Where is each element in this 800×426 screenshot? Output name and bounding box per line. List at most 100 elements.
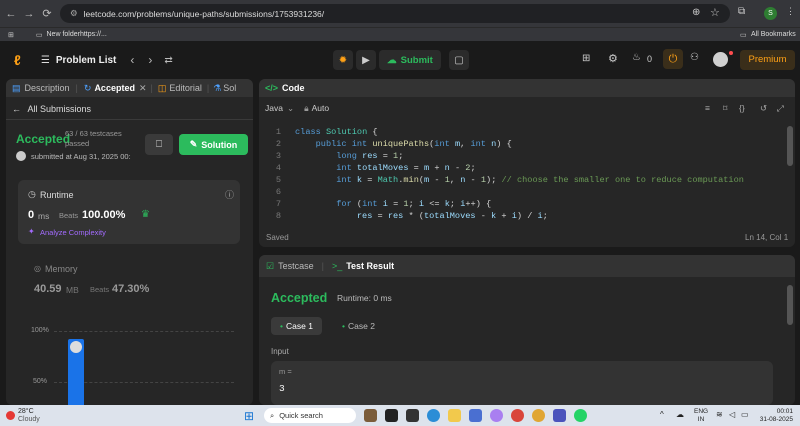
memory-label: Memory — [45, 264, 78, 274]
language-indicator[interactable]: ENG — [694, 408, 708, 416]
accepted-tab-icon: ↻ — [83, 82, 92, 93]
premium-button[interactable]: Premium — [740, 50, 795, 70]
close-tab-icon[interactable]: ✕ — [139, 83, 147, 94]
lock-icon: 🔒︎ — [304, 102, 309, 113]
folder-icon[interactable] — [448, 409, 461, 422]
app-icon[interactable] — [406, 409, 419, 422]
search-icon: ⌕ — [270, 410, 275, 420]
bookmarks-bar: ⊞ ▭ New folderhttps://... ▭ All Bookmark… — [0, 27, 800, 41]
address-bar[interactable]: ⚙ leetcode.com/problems/unique-paths/sub… — [60, 4, 730, 23]
tab-testcase[interactable]: Testcase — [278, 261, 314, 271]
windows-start-icon[interactable]: ⊞ — [244, 409, 254, 423]
streak-icon[interactable]: ♨ — [632, 52, 641, 63]
chevron-down-icon[interactable]: ⌄ — [287, 103, 294, 114]
star-icon[interactable]: ☆ — [710, 6, 720, 19]
apps-icon[interactable]: ⊞ — [8, 31, 14, 39]
clock-time[interactable]: 00:01 — [757, 408, 793, 416]
code-panel: </> Code Java ⌄ 🔒︎ Auto ≡ ⌑ {} ↺ ⤢ 1 clas… — [259, 79, 795, 247]
description-icon: ▤ — [12, 82, 21, 93]
code-editor[interactable]: 1 class Solution { 2 public int uniquePat… — [259, 126, 783, 222]
reset-icon[interactable]: ↺ — [760, 103, 767, 114]
dist-bar-avatar — [70, 341, 82, 353]
bookmark-icon[interactable]: ⌑ — [723, 103, 727, 114]
all-bookmarks[interactable]: All Bookmarks — [751, 31, 796, 38]
code-line: 6 — [275, 187, 281, 197]
tab-description[interactable]: Description — [25, 83, 70, 93]
case-1-tab[interactable]: • Case 1 — [271, 317, 322, 335]
wifi-icon[interactable]: ≋ — [716, 410, 723, 419]
shuffle-icon[interactable]: ⇄ — [164, 55, 172, 66]
notes-icon[interactable]: ▢ — [449, 50, 469, 70]
fullscreen-icon[interactable]: ⤢ — [777, 103, 784, 114]
runtime-unit: ms — [38, 211, 50, 221]
volume-icon[interactable]: ◁ — [729, 410, 735, 419]
problem-list-link[interactable]: Problem List — [56, 55, 117, 66]
back-arrow-icon: ← — [12, 104, 21, 114]
code-line: 2 public int uniquePaths(int m, int n) { — [275, 139, 512, 149]
result-status: Accepted — [271, 291, 328, 305]
forward-icon[interactable]: → — [22, 8, 36, 20]
layout-icon[interactable]: ⊞ — [582, 53, 590, 64]
case-2-tab[interactable]: • Case 2 — [336, 317, 381, 335]
editor-scrollbar[interactable] — [787, 126, 793, 166]
zoom-icon[interactable]: ⊕ — [692, 7, 700, 18]
extensions-icon[interactable]: ⧉ — [738, 6, 745, 17]
bookmark-folder[interactable]: New folderhttps://... — [47, 31, 107, 38]
battery-icon[interactable]: ▭ — [741, 410, 749, 419]
all-bookmarks-folder-icon: ▭ — [740, 31, 747, 39]
weather-icon — [6, 411, 15, 420]
store-icon[interactable] — [469, 409, 482, 422]
edge-icon[interactable] — [427, 409, 440, 422]
widgets-icon[interactable] — [364, 409, 377, 422]
tray-chevron-icon[interactable]: ^ — [660, 410, 664, 419]
tab-solutions[interactable]: Sol — [223, 83, 236, 93]
braces-icon[interactable]: {} — [739, 103, 745, 113]
runtime-label: Runtime — [40, 190, 74, 200]
menu-icon[interactable]: ⋮ — [786, 6, 795, 17]
info-icon[interactable]: ⓘ — [225, 188, 234, 201]
next-problem-icon[interactable]: › — [148, 53, 152, 67]
tab-editorial[interactable]: Editorial — [169, 83, 202, 93]
site-info-icon[interactable]: ⚙ — [70, 8, 78, 19]
user-avatar[interactable] — [713, 52, 728, 67]
chrome-icon[interactable] — [511, 409, 524, 422]
taskbar-search[interactable]: ⌕ Quick search — [264, 408, 356, 423]
code-line: 1 class Solution { — [275, 127, 378, 137]
case-1-dot: • — [280, 321, 284, 331]
reload-icon[interactable]: ⟳ — [40, 7, 54, 20]
code-title: Code — [282, 83, 305, 93]
chrome-profile-icon[interactable] — [532, 409, 545, 422]
copilot-icon[interactable] — [490, 409, 503, 422]
tab-test-result[interactable]: Test Result — [346, 261, 394, 271]
debug-icon[interactable]: ✹ — [333, 50, 353, 70]
memory-unit: MB — [66, 285, 79, 295]
teams-icon[interactable] — [553, 409, 566, 422]
all-submissions-link[interactable]: ← All Submissions — [12, 104, 91, 114]
language-select[interactable]: Java — [265, 103, 283, 113]
submit-button[interactable]: ☁ Submit — [379, 50, 441, 70]
auto-label[interactable]: Auto — [312, 103, 330, 113]
whatsapp-icon[interactable] — [574, 409, 587, 422]
run-icon[interactable]: ▶ — [356, 50, 376, 70]
solution-button[interactable]: ✎ Solution — [179, 134, 248, 155]
prev-problem-icon[interactable]: ‹ — [130, 53, 134, 67]
case-2-dot: • — [342, 321, 346, 331]
add-friend-icon[interactable]: ⚇ — [690, 52, 699, 63]
timer-icon[interactable]: ⏻ — [663, 49, 683, 69]
profile-avatar[interactable]: S — [764, 7, 777, 20]
analyze-complexity-link[interactable]: Analyze Complexity — [40, 228, 106, 237]
file-explorer-icon[interactable] — [385, 409, 398, 422]
back-icon[interactable]: ← — [4, 8, 18, 20]
leetcode-logo[interactable]: ℓ — [14, 52, 21, 68]
result-scrollbar[interactable] — [787, 285, 793, 325]
cloud-icon[interactable]: ☁ — [676, 410, 684, 419]
temperature: 28°C — [18, 407, 34, 415]
settings-icon[interactable]: ⚙ — [608, 52, 618, 65]
language-region: IN — [697, 416, 705, 423]
runtime-card[interactable]: ◷ Runtime ⓘ 0 ms Beats 100.00% ♛ ✦ Analy… — [18, 180, 240, 244]
clock-date: 31-08-2025 — [759, 416, 793, 423]
tab-accepted[interactable]: Accepted — [94, 83, 135, 93]
format-icon[interactable]: ≡ — [705, 103, 710, 113]
book-icon[interactable]: ⎕ — [145, 134, 173, 155]
code-toolbar: Java ⌄ 🔒︎ Auto ≡ ⌑ {} ↺ ⤢ — [259, 99, 795, 117]
